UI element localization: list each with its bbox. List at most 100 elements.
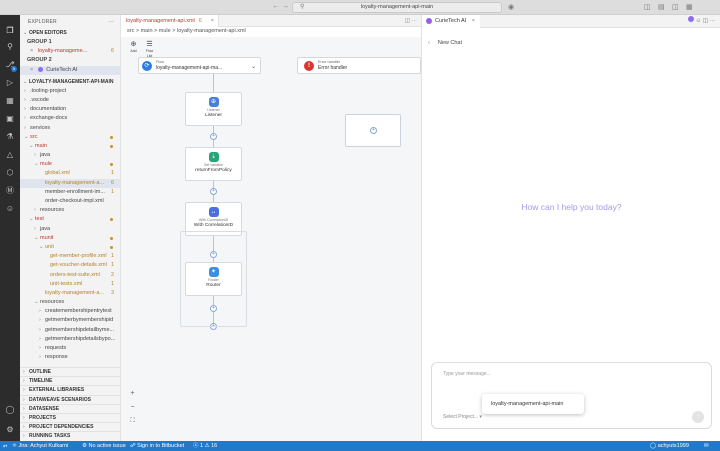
zoom-out-icon[interactable]: − [128,403,137,412]
chat-tab-actions[interactable]: ☺ ◫ ··· [688,15,715,28]
tree-item[interactable]: orders-test-suite.xml 2 [20,271,120,280]
back-arrow-icon[interactable]: ← [272,3,279,10]
zoom-in-icon[interactable]: + [128,389,137,398]
tree-item[interactable]: › .vscode [20,96,120,105]
tree-item[interactable]: ⌄mule [20,160,120,169]
source-control-icon[interactable]: ⎇ 9 [4,59,17,72]
more-actions-icon[interactable]: ··· [710,18,716,24]
group1-label[interactable]: GROUP 1 [20,38,120,47]
command-center-search[interactable]: ⚲ loyalty-management-api-main [292,2,502,13]
tree-item[interactable]: unit-tests.xml 1 [20,280,120,289]
open-editor-item[interactable]: × CurieTech AI [20,65,120,75]
notifications-icon[interactable]: ✉ [704,441,709,451]
close-icon[interactable]: × [211,15,214,27]
tree-item[interactable]: ⌄main [20,142,120,151]
extensions-icon[interactable]: ▦ [4,95,16,107]
section-datasense[interactable]: › DATASENSE [20,403,121,413]
tree-item[interactable]: › .tooling-project [20,87,120,96]
tree-item[interactable]: › documentation [20,105,120,114]
problems-status[interactable]: ⓧ 1 ⚠ 16 [193,441,217,451]
open-editors-section[interactable]: ⌄ OPEN EDITORS [20,29,120,38]
layout-icon[interactable]: ▦ [686,3,693,11]
mulesoft-logo-icon[interactable]: Ⓜ [4,185,16,197]
api-icon[interactable]: △ [4,149,16,161]
breadcrumb[interactable]: src > main > mule > loyalty-management-a… [121,27,421,36]
section-projects[interactable]: › PROJECTS [20,413,121,422]
tree-item[interactable]: ⌄src [20,133,120,142]
tab-curietech-ai[interactable]: CurieTech AI × [422,15,480,28]
tree-item[interactable]: › getmembershipdetailsbypo... [20,335,120,344]
back-chevron-icon[interactable]: ‹ [428,40,430,46]
run-debug-icon[interactable]: ▷ [4,77,16,89]
curie-bot-icon[interactable]: ☺ [4,203,16,215]
tree-item[interactable]: ⌄munit [20,234,120,243]
tree-item[interactable]: › createmembershipentrytest [20,307,120,316]
tree-item[interactable]: › getmemberbymembershipid [20,316,120,325]
bot-icon[interactable]: ☺ [696,18,702,24]
testing-icon[interactable]: ⚗ [4,131,16,143]
tree-item[interactable]: › services [20,124,120,133]
tree-item[interactable]: ⌄unit [20,243,120,252]
group2-label[interactable]: GROUP 2 [20,56,120,65]
split-editor-icon[interactable]: ◫ [703,18,708,24]
tree-item[interactable]: › java [20,151,120,160]
close-icon[interactable]: × [472,15,475,28]
tree-item[interactable]: ⌄test [20,215,120,224]
forward-arrow-icon[interactable]: → [282,3,289,10]
flow-node-returnfrompolicy[interactable]: ⇣ Set variable returnFromPolicy [185,147,242,181]
add-component-icon[interactable]: + [370,127,377,134]
tree-item[interactable]: get-member-profile.xml 1 [20,252,120,261]
tree-item[interactable]: global.xml 1 [20,169,120,178]
mule-shield-icon[interactable]: ⬡ [4,167,16,179]
flow-node-listener[interactable]: ⊕ Listener Listener [185,92,242,126]
add-button[interactable]: ⊕ Add [127,40,140,56]
new-chat-label[interactable]: New Chat [438,40,462,46]
add-component-icon[interactable]: + [210,188,217,195]
editor-actions[interactable]: ◫ ··· [405,15,417,27]
close-icon[interactable]: × [30,48,33,54]
section-project-dependencies[interactable]: › PROJECT DEPENDENCIES [20,422,121,431]
error-handler-dropzone[interactable]: + [345,114,401,147]
project-option[interactable]: loyalty-management-api-main [482,394,584,414]
project-section[interactable]: ⌄ LOYALTY-MANAGEMENT-API-MAIN [20,78,120,87]
tree-item[interactable]: › response [20,353,120,362]
toggle-panel-icon[interactable]: ▤ [658,3,665,11]
explorer-icon[interactable]: ❐ [4,25,16,37]
section-outline[interactable]: › OUTLINE [20,367,121,376]
tab-loyalty-management-api[interactable]: loyalty-management-api.xml 6 × [121,15,219,27]
open-editor-item[interactable]: × loyalty-manageme... 6 [20,47,120,56]
section-dataweave-scenarios[interactable]: › DATAWEAVE SCENARIOS [20,394,121,404]
copilot-icon[interactable]: ◉ [508,3,514,11]
tree-item[interactable]: order-checkout-impl.xml [20,197,120,206]
send-button[interactable]: ↑ [692,411,704,423]
tree-item[interactable]: loyalty-management-a... 3 [20,289,120,298]
issue-status[interactable]: ⚙ No active issue [82,441,126,451]
tree-item[interactable]: › getmembershipdetailbyme... [20,326,120,335]
tree-item[interactable]: ⌄resources [20,298,120,307]
tree-item[interactable]: member-enrollment-im... 1 [20,188,120,197]
remote-icon[interactable]: ⥅ [3,441,7,451]
settings-gear-icon[interactable]: ⚙ [4,424,16,436]
section-external-libraries[interactable]: › EXTERNAL LIBRARIES [20,385,121,394]
more-actions-icon[interactable]: ··· [108,15,114,29]
tree-item[interactable]: loyalty-management-a... 6 [20,178,120,188]
account-status[interactable]: ◯ achyuts1999 [650,441,689,451]
search-icon[interactable]: ⚲ [4,41,16,53]
tree-item[interactable]: › requests [20,344,120,353]
section-running-tasks[interactable]: › RUNNING TASKS [20,431,121,440]
tree-item[interactable]: get-voucher-details.xml 1 [20,261,120,270]
select-project-dropdown[interactable]: Select Project... ▾ [443,414,482,420]
flow-list-button[interactable]: ☰ Flow List [143,40,156,58]
tree-item[interactable]: › exchange-docs [20,114,120,123]
remote-explorer-icon[interactable]: ▣ [4,113,16,125]
curietech-icon[interactable] [688,16,695,22]
account-icon[interactable]: ◯ [4,404,16,416]
flow-selector[interactable]: ⟳ Flow loyalty-management-api-ma... ⌄ [138,57,261,74]
close-icon[interactable]: × [30,67,33,73]
fit-view-icon[interactable]: ⛶ [128,417,137,426]
flow-canvas[interactable]: ⊕ Add ☰ Flow List ⟳ Flow loyalty-managemen… [121,37,421,441]
tree-item[interactable]: › resources [20,206,120,215]
toggle-sidebar-icon[interactable]: ◫ [644,3,651,11]
message-input[interactable]: Type your message... [443,371,491,377]
section-timeline[interactable]: › TIMELINE [20,376,121,385]
